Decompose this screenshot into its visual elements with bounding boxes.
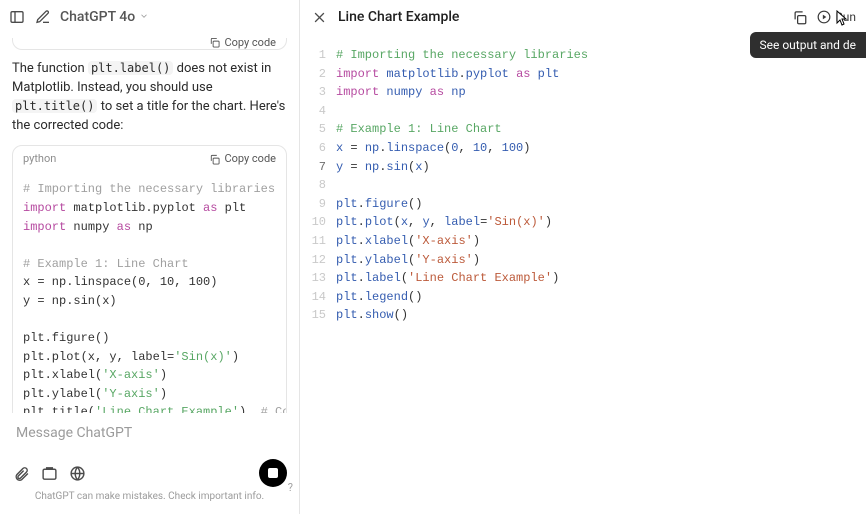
model-name-label: ChatGPT 4o: [60, 9, 135, 25]
chat-header: ChatGPT 4o: [0, 0, 299, 34]
copy-icon: [209, 154, 220, 165]
code-content[interactable]: # Importing the necessary libraries impo…: [336, 46, 588, 325]
sidebar-toggle-icon[interactable]: [8, 8, 26, 26]
chevron-down-icon: [139, 11, 149, 21]
disclaimer-text: ChatGPT can make mistakes. Check importa…: [12, 487, 287, 508]
play-icon: [817, 10, 831, 24]
code-body: # Importing the necessary libraries impo…: [13, 172, 286, 413]
code-editor[interactable]: 1 2 3 4 5 6 7 8 9 10 11 12 13 14 15 # Im…: [300, 34, 866, 325]
code-card: python Copy code # Importing the necessa…: [12, 145, 287, 413]
line-gutter: 1 2 3 4 5 6 7 8 9 10 11 12 13 14 15: [300, 46, 336, 325]
code-card-header: python Copy code: [13, 146, 286, 172]
composer-input[interactable]: Message ChatGPT: [12, 423, 287, 455]
copy-code-label: Copy code: [224, 151, 276, 167]
canvas-panel: Line Chart Example Run See output and de…: [300, 0, 866, 514]
copy-icon: [792, 10, 807, 25]
canvas-title: Line Chart Example: [338, 9, 459, 25]
chat-scroll[interactable]: Copy code The function plt.label() does …: [0, 34, 299, 413]
model-selector[interactable]: ChatGPT 4o: [60, 9, 149, 25]
chat-panel: ChatGPT 4o Copy code The function plt.la…: [0, 0, 300, 514]
copy-code-button[interactable]: Copy code: [209, 38, 276, 47]
copy-canvas-button[interactable]: [792, 10, 807, 25]
code-language-label: python: [23, 151, 56, 167]
help-button[interactable]: ?: [288, 481, 293, 494]
assistant-paragraph-1: The function plt.label() does not exist …: [12, 60, 287, 135]
composer: Message ChatGPT: [0, 413, 299, 514]
prev-code-card-bottom: Copy code: [12, 38, 287, 50]
copy-icon: [209, 38, 220, 48]
attach-icon[interactable]: [12, 464, 30, 482]
new-chat-icon[interactable]: [34, 8, 52, 26]
run-button[interactable]: Run: [817, 10, 856, 24]
tools-icon[interactable]: [40, 464, 58, 482]
stop-generating-button[interactable]: [259, 459, 287, 487]
run-button-label: Run: [835, 10, 856, 24]
stop-icon: [268, 468, 278, 478]
run-tooltip: See output and de: [750, 32, 866, 58]
web-icon[interactable]: [68, 464, 86, 482]
close-canvas-button[interactable]: [310, 8, 328, 26]
canvas-header: Line Chart Example Run: [300, 0, 866, 34]
copy-code-label: Copy code: [224, 38, 276, 50]
copy-code-button[interactable]: Copy code: [209, 151, 276, 167]
